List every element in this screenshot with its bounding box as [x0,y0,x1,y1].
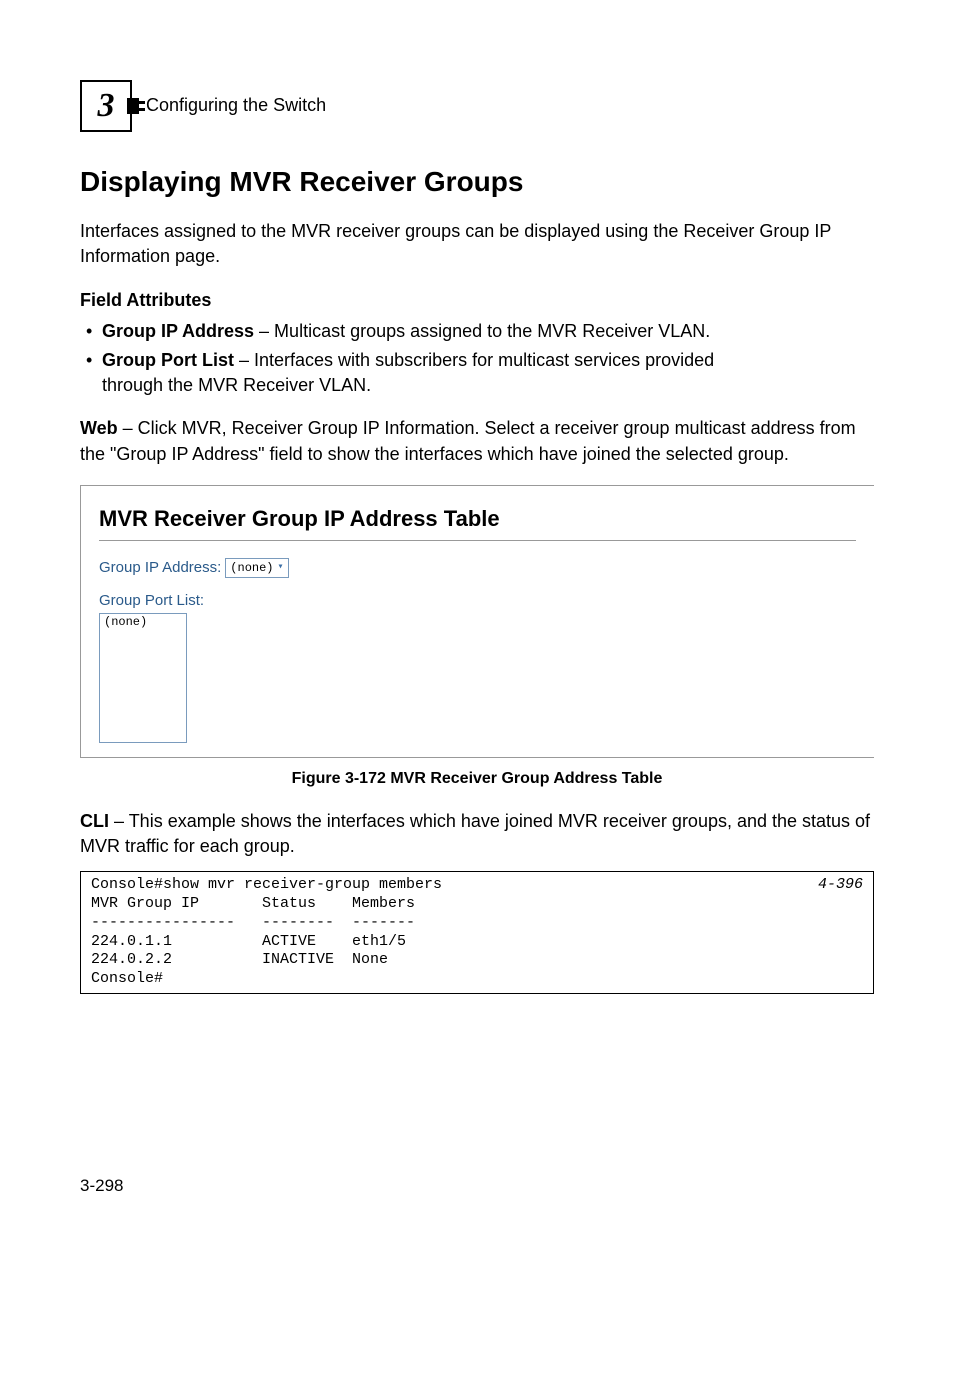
port-list-value: (none) [104,615,147,629]
field-attributes-list: Group IP Address – Multicast groups assi… [80,319,874,399]
chevron-down-icon: ▾ [278,561,284,575]
figure-caption: Figure 3-172 MVR Receiver Group Address … [80,768,874,790]
web-paragraph: Web – Click MVR, Receiver Group IP Infor… [80,416,874,466]
group-ip-value: (none) [230,560,273,577]
cli-page-ref: 4-396 [818,876,863,895]
cli-line: 224.0.2.2 INACTIVE None [91,951,388,968]
cli-line: Console#show mvr receiver-group members [91,876,442,893]
page-header: 3 Configuring the Switch [80,80,874,132]
cli-text: – This example shows the interfaces whic… [80,811,870,856]
group-ip-dropdown[interactable]: (none) ▾ [225,558,288,578]
divider [99,540,856,541]
bullet-label: Group Port List [102,350,234,370]
bullet-text: – Multicast groups assigned to the MVR R… [254,321,710,341]
port-list-box[interactable]: (none) [99,613,187,743]
bullet-continuation: through the MVR Receiver VLAN. [102,373,874,398]
web-label: Web [80,418,118,438]
port-list-label: Group Port List: [99,590,856,611]
group-ip-row: Group IP Address: (none) ▾ [99,557,856,578]
cli-line: 224.0.1.1 ACTIVE eth1/5 [91,933,406,950]
list-item: Group Port List – Interfaces with subscr… [80,348,874,398]
figure-panel-title: MVR Receiver Group IP Address Table [99,504,856,535]
plug-icon [127,98,139,114]
bullet-label: Group IP Address [102,321,254,341]
intro-paragraph: Interfaces assigned to the MVR receiver … [80,219,874,269]
cli-line: MVR Group IP Status Members [91,895,415,912]
chapter-icon: 3 [80,80,132,132]
list-item: Group IP Address – Multicast groups assi… [80,319,874,344]
figure-panel: MVR Receiver Group IP Address Table Grou… [80,485,874,759]
cli-line: ---------------- -------- ------- [91,914,415,931]
cli-paragraph: CLI – This example shows the interfaces … [80,809,874,859]
web-text: – Click MVR, Receiver Group IP Informati… [80,418,856,463]
group-ip-label: Group IP Address: [99,557,221,578]
cli-line: Console# [91,970,163,987]
field-attributes-heading: Field Attributes [80,288,874,313]
section-title: Displaying MVR Receiver Groups [80,162,874,201]
bullet-text: – Interfaces with subscribers for multic… [234,350,714,370]
chapter-number: 3 [98,82,115,130]
breadcrumb: Configuring the Switch [146,93,326,118]
cli-label: CLI [80,811,109,831]
cli-output-box: 4-396 Console#show mvr receiver-group mem… [80,871,874,994]
page-number: 3-298 [80,1174,874,1198]
